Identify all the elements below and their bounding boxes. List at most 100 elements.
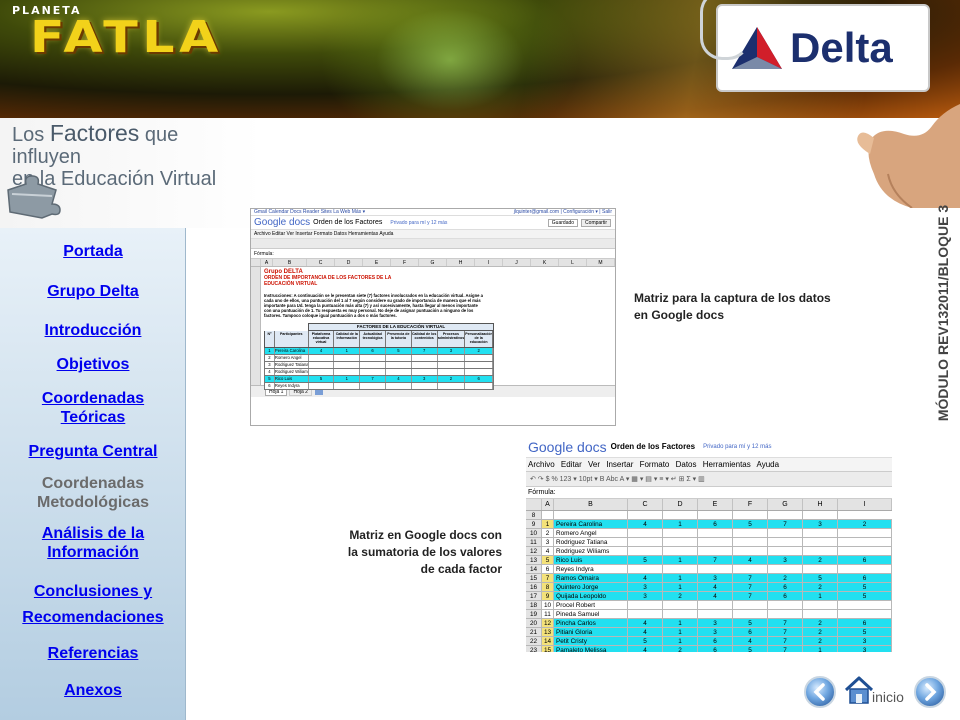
slide: PLANETA FATLA Delta Los Factores que inf… — [0, 0, 960, 720]
table-cell — [412, 362, 438, 368]
table-cell — [733, 511, 768, 519]
table-cell — [334, 369, 361, 375]
row-number: 16 — [526, 583, 542, 591]
row-header-strip — [251, 267, 261, 385]
sidebar-item-recomendaciones[interactable]: Recomendaciones — [0, 608, 186, 627]
table-cell — [309, 355, 335, 361]
table-cell — [663, 565, 698, 573]
home-icon — [844, 676, 874, 704]
table-cell: 7 — [768, 520, 803, 528]
table-cell: 3 — [768, 556, 803, 564]
table-cell — [838, 610, 892, 618]
table-cell: 4 — [733, 637, 768, 645]
hand-image — [857, 104, 960, 208]
sidebar-item-grupo-delta[interactable]: Grupo Delta — [0, 282, 186, 301]
table-cell: 1 — [542, 520, 554, 528]
table-cell — [628, 610, 663, 618]
table-cell — [628, 547, 663, 555]
sidebar-item-portada[interactable]: Portada — [0, 242, 186, 261]
factor-column-header: Calidad de la información — [334, 331, 361, 347]
paperclip-icon — [700, 0, 750, 60]
column-header: I — [475, 259, 503, 266]
sidebar-item-referencias[interactable]: Referencias — [0, 644, 186, 663]
row-number: 13 — [526, 556, 542, 564]
table-cell: Rico Luis — [275, 376, 309, 382]
spreadsheet-screenshot-2: Google docs Orden de los Factores Privad… — [526, 436, 892, 652]
table-cell: 5 — [542, 556, 554, 564]
sheet-heading: ORDEN DE IMPORTANCIA DE LOS FACTORES DE … — [264, 275, 392, 287]
table-cell: 1 — [663, 637, 698, 645]
home-button[interactable]: inicio — [844, 672, 910, 712]
table-cell: 2 — [465, 348, 494, 354]
factor-column-header: Actualidad tecnológica — [360, 331, 386, 347]
table-cell: 4 — [628, 646, 663, 652]
column-header: H — [803, 499, 838, 510]
table-cell: 5 — [733, 520, 768, 528]
table-cell: 5 — [733, 619, 768, 627]
table-cell: 7 — [733, 583, 768, 591]
table-cell: 6 — [768, 592, 803, 600]
table-cell: Rico Luis — [554, 556, 628, 564]
table-cell: 7 — [768, 637, 803, 645]
table-cell — [698, 601, 733, 609]
sidebar-item-objetivos[interactable]: Objetivos — [0, 355, 186, 374]
title-word-los: Los — [12, 124, 45, 146]
doc-title-bar-2: Google docs Orden de los Factores Privad… — [526, 436, 892, 458]
column-header: K — [531, 259, 559, 266]
next-slide-button[interactable] — [914, 676, 946, 708]
table-cell: 15 — [542, 646, 554, 652]
table-row: 20 12 Pincha Carlos 4 1 3 5 7 2 6 — [526, 619, 892, 628]
sidebar-item-coordenadas-teoricas[interactable]: Coordenadas Teóricas — [0, 389, 186, 427]
table-cell: 10 — [542, 601, 554, 609]
table-cell — [628, 538, 663, 546]
table-cell — [698, 610, 733, 618]
row-number: 17 — [526, 592, 542, 600]
table-cell — [803, 538, 838, 546]
table-cell: 8 — [542, 583, 554, 591]
sidebar-item-anexos[interactable]: Anexos — [0, 681, 186, 700]
table-cell — [768, 529, 803, 537]
table-cell — [334, 362, 361, 368]
table-cell: 7 — [768, 646, 803, 652]
table-cell: Pitiani Gloria — [554, 628, 628, 636]
row-number: 20 — [526, 619, 542, 627]
table-cell — [386, 369, 412, 375]
table-cell: 3 — [265, 362, 275, 368]
chevron-left-icon — [813, 683, 825, 701]
table-cell: 6 — [768, 583, 803, 591]
chevron-right-icon — [925, 683, 937, 701]
table-cell — [733, 547, 768, 555]
table-cell: 7 — [768, 628, 803, 636]
privacy-link: Privado para mí y 12 más — [390, 219, 448, 226]
table-cell — [628, 565, 663, 573]
column-headers-2: ABCDEFGHI — [526, 499, 892, 511]
sidebar-item-coordenadas-metodologicas[interactable]: Coordenadas Metodológicas — [0, 474, 186, 512]
table-cell — [386, 362, 412, 368]
table-cell: 2 — [542, 529, 554, 537]
sidebar-item-pregunta-central[interactable]: Pregunta Central — [0, 442, 186, 461]
sidebar-item-conclusiones[interactable]: Conclusiones y — [0, 582, 186, 601]
table-cell — [334, 355, 361, 361]
table-cell: 3 — [438, 348, 466, 354]
table-cell: Pereira Carolina — [554, 520, 628, 528]
table-cell: 4 — [309, 348, 335, 354]
table-cell — [663, 610, 698, 618]
table-cell: 1 — [663, 556, 698, 564]
factor-column-header: Procesos administrativos — [438, 331, 466, 347]
caption-capture-matrix: Matriz para la captura de los datos en G… — [634, 291, 831, 322]
formula-bar-2: Fórmula: — [526, 487, 892, 499]
table-cell: 2 — [438, 376, 466, 382]
factor-column-header: Personalización de la educación — [465, 331, 494, 347]
table-cell: 1 — [803, 592, 838, 600]
table-cell — [768, 538, 803, 546]
table-cell: 6 — [698, 637, 733, 645]
row-number: 10 — [526, 529, 542, 537]
table-row: 15 7 Ramos Omaira 4 1 3 7 2 5 6 — [526, 574, 892, 583]
table-cell — [309, 383, 335, 389]
sidebar-item-analisis[interactable]: Análisis de la Información — [0, 524, 186, 562]
previous-slide-button[interactable] — [804, 676, 836, 708]
table-cell — [733, 610, 768, 618]
sidebar-item-introduccion[interactable]: Introducción — [0, 321, 186, 340]
table-cell: 5 — [265, 376, 275, 382]
table-cell: 2 — [265, 355, 275, 361]
